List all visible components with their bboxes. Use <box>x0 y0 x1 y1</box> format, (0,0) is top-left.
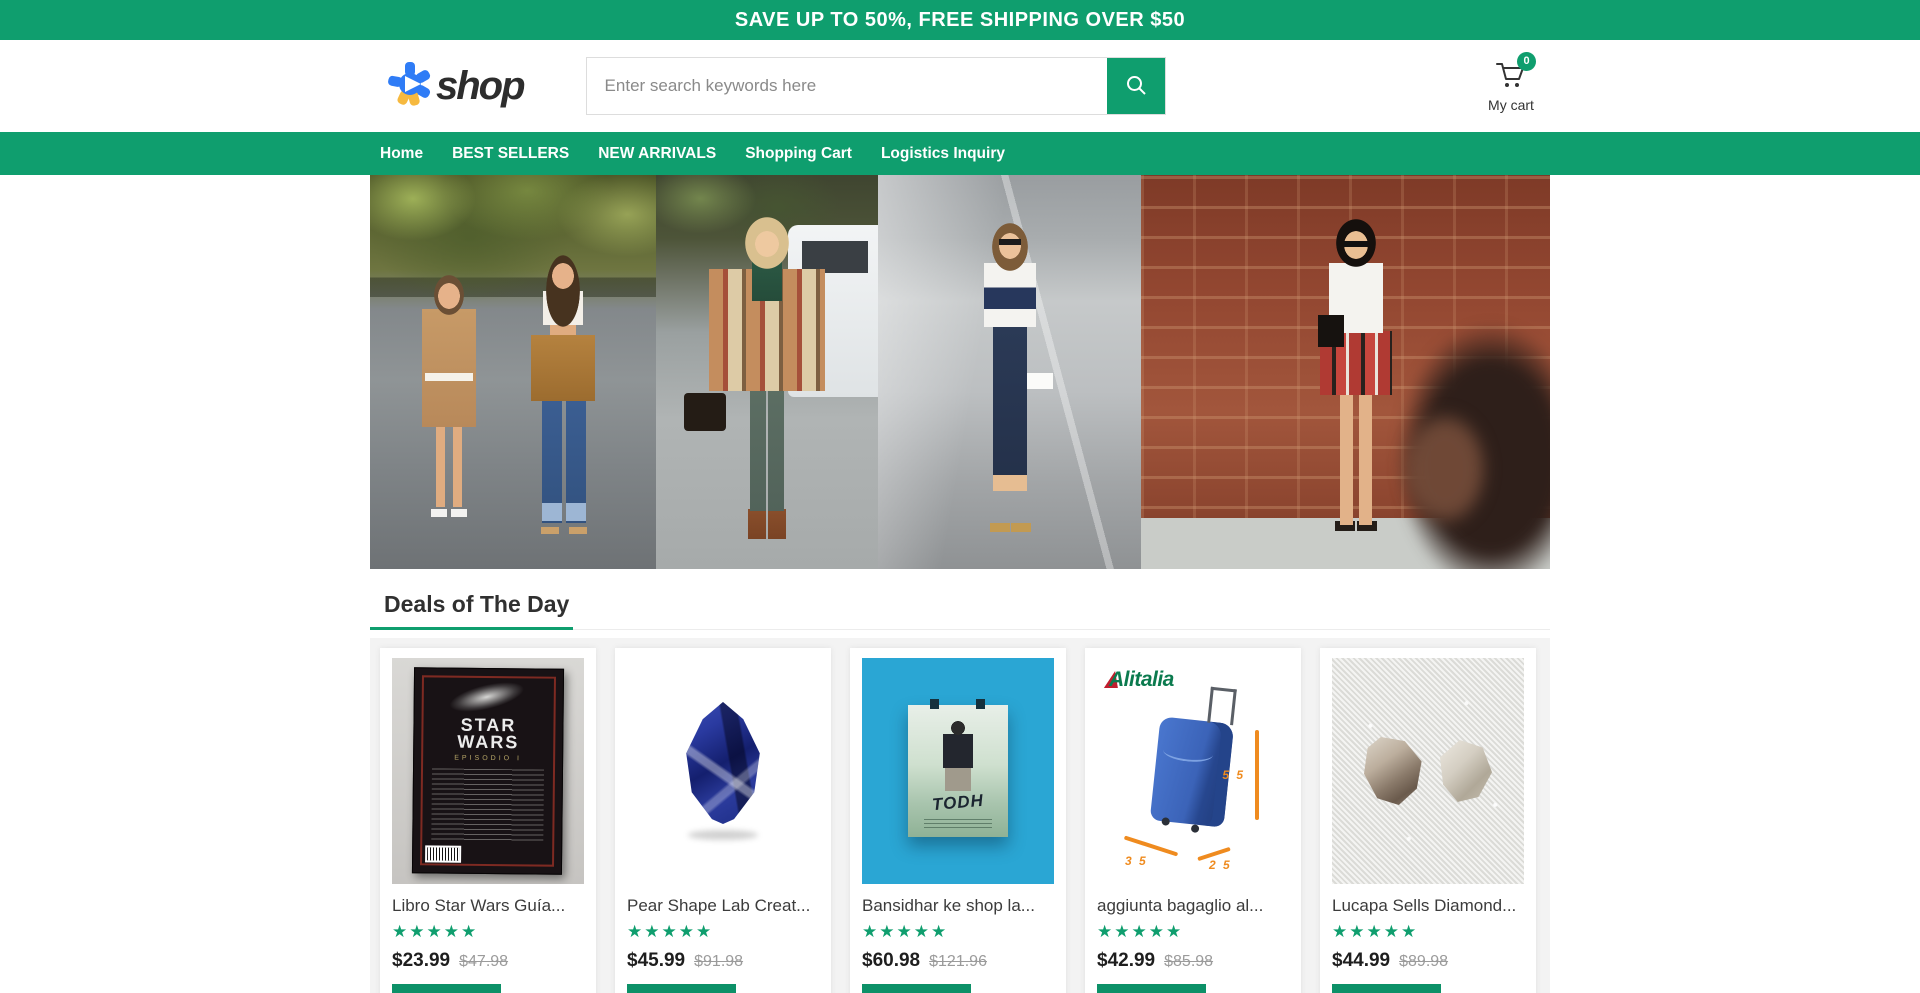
search-icon <box>1125 74 1147 99</box>
header: shop 0 My cart <box>0 40 1920 132</box>
promo-banner: SAVE UP TO 50%, FREE SHIPPING OVER $50 <box>0 0 1920 40</box>
add-to-cart-button[interactable]: Add to cart <box>862 984 971 993</box>
main-nav: Home BEST SELLERS NEW ARRIVALS Shopping … <box>0 132 1920 175</box>
product-image-suitcase[interactable]: Alitalia 5 5 3 5 2 5 <box>1097 658 1289 884</box>
my-cart[interactable]: 0 My cart <box>1478 60 1544 113</box>
old-price: $85.98 <box>1164 953 1213 971</box>
nav-item-home[interactable]: Home <box>370 132 433 175</box>
add-to-cart-button[interactable]: Add to cart <box>1332 984 1441 993</box>
product-card: Alitalia 5 5 3 5 2 5 aggiunta bagaglio a… <box>1085 648 1301 993</box>
nav-item-best-sellers[interactable]: BEST SELLERS <box>442 132 579 175</box>
cart-icon <box>1494 77 1528 94</box>
product-card: Pear Shape Lab Creat... ★★★★★ $45.99 $91… <box>615 648 831 993</box>
shop-logo[interactable]: shop <box>388 62 524 111</box>
current-price: $42.99 <box>1097 950 1155 972</box>
nav-item-shopping-cart[interactable]: Shopping Cart <box>735 132 862 175</box>
dimension-line <box>1255 730 1259 820</box>
star-rating: ★★★★★ <box>1097 922 1289 942</box>
alitalia-logo-text: Alitalia <box>1109 668 1174 692</box>
current-price: $44.99 <box>1332 950 1390 972</box>
promo-banner-text: SAVE UP TO 50%, FREE SHIPPING OVER $50 <box>735 9 1185 32</box>
diamond-stone <box>1364 737 1424 805</box>
product-title[interactable]: Libro Star Wars Guía... <box>392 896 584 916</box>
search-input[interactable] <box>587 58 1107 114</box>
barcode <box>425 845 461 862</box>
book-title-art: STAR WARS <box>414 716 562 751</box>
hero-photo-street-style-1[interactable] <box>370 175 656 569</box>
shop-logo-text: shop <box>436 64 524 109</box>
cart-count-badge: 0 <box>1517 52 1536 71</box>
search-button[interactable] <box>1107 58 1165 114</box>
hero-photo-street-style-3[interactable] <box>878 175 1141 569</box>
dimension-label: 5 5 <box>1222 768 1245 782</box>
person-figure <box>508 255 618 555</box>
person-figure <box>702 217 832 557</box>
deals-section-header: Deals of The Day <box>370 591 1550 630</box>
dimension-label: 2 5 <box>1209 858 1232 872</box>
product-card: Lucapa Sells Diamond... ★★★★★ $44.99 $89… <box>1320 648 1536 993</box>
product-title[interactable]: Lucapa Sells Diamond... <box>1332 896 1524 916</box>
cart-label: My cart <box>1478 97 1544 113</box>
poster-figure <box>938 721 978 793</box>
star-rating: ★★★★★ <box>1332 922 1524 942</box>
search-bar <box>586 57 1166 115</box>
product-title[interactable]: Bansidhar ke shop la... <box>862 896 1054 916</box>
gem-art <box>677 702 769 824</box>
product-card: TODH Bansidhar ke shop la... ★★★★★ $60.9… <box>850 648 1066 993</box>
deals-product-row: STAR WARS EPISODIO I Libro Star Wars Guí… <box>370 638 1550 993</box>
product-image-star-wars-book[interactable]: STAR WARS EPISODIO I <box>392 658 584 884</box>
product-image-rough-diamonds[interactable] <box>1332 658 1524 884</box>
hero-banner <box>370 175 1550 569</box>
old-price: $91.98 <box>694 953 743 971</box>
diamond-stone <box>1440 740 1492 802</box>
poster-title-art: TODH <box>907 789 1008 818</box>
star-rating: ★★★★★ <box>392 922 584 942</box>
poster-art: TODH <box>908 705 1008 837</box>
suitcase-handle <box>1207 687 1237 726</box>
product-title[interactable]: aggiunta bagaglio al... <box>1097 896 1289 916</box>
deals-title: Deals of The Day <box>370 591 573 630</box>
book-text-lines <box>431 768 544 843</box>
book-title-line: WARS <box>414 733 562 751</box>
dimension-label: 3 5 <box>1125 854 1148 868</box>
product-card: STAR WARS EPISODIO I Libro Star Wars Guí… <box>380 648 596 993</box>
current-price: $23.99 <box>392 950 450 972</box>
product-title[interactable]: Pear Shape Lab Creat... <box>627 896 819 916</box>
nav-item-logistics-inquiry[interactable]: Logistics Inquiry <box>871 132 1015 175</box>
current-price: $45.99 <box>627 950 685 972</box>
star-rating: ★★★★★ <box>627 922 819 942</box>
hero-photo-street-style-4[interactable] <box>1141 175 1550 569</box>
add-to-cart-button[interactable]: Add to cart <box>627 984 736 993</box>
old-price: $89.98 <box>1399 953 1448 971</box>
book-cover: STAR WARS EPISODIO I <box>412 667 564 875</box>
nav-item-new-arrivals[interactable]: NEW ARRIVALS <box>588 132 726 175</box>
person-figure <box>950 223 1070 553</box>
hero-photo-street-style-2[interactable] <box>656 175 878 569</box>
product-image-movie-poster[interactable]: TODH <box>862 658 1054 884</box>
current-price: $60.98 <box>862 950 920 972</box>
add-to-cart-button[interactable]: Add to cart <box>1097 984 1206 993</box>
gem-shadow <box>688 830 758 840</box>
shop-logo-icon <box>388 62 432 111</box>
add-to-cart-button[interactable]: Add to cart <box>392 984 501 993</box>
old-price: $121.96 <box>929 953 987 971</box>
product-image-blue-gem[interactable] <box>627 658 819 884</box>
person-figure <box>404 275 494 543</box>
old-price: $47.98 <box>459 953 508 971</box>
star-rating: ★★★★★ <box>862 922 1054 942</box>
person-figure <box>1291 219 1421 559</box>
